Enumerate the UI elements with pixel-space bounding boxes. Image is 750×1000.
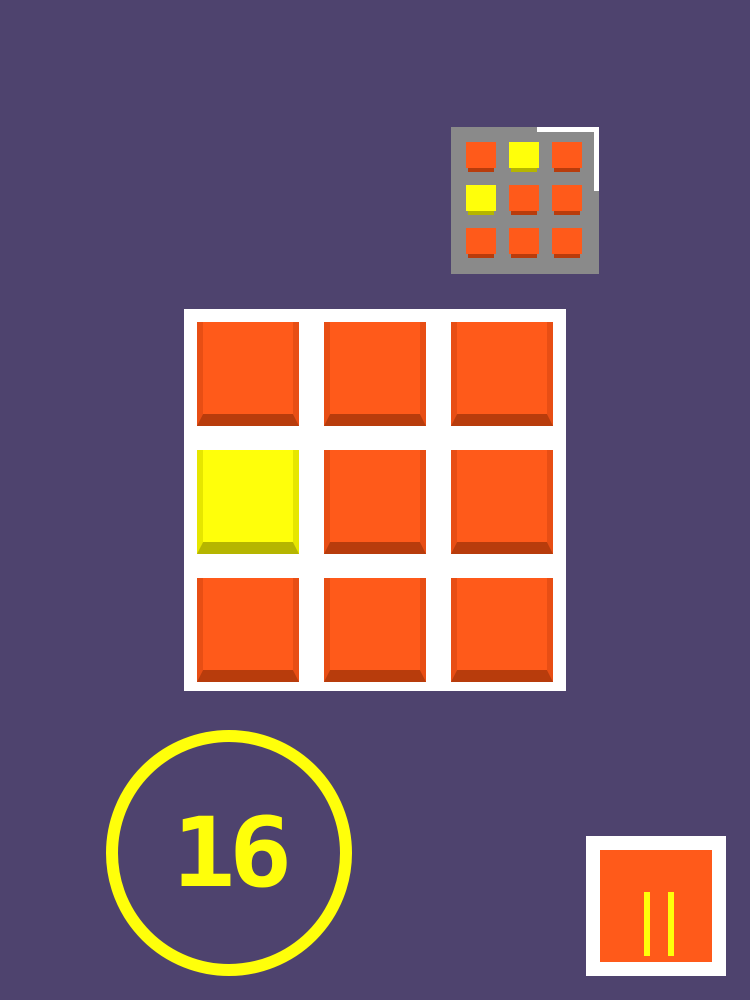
game-board (184, 309, 566, 691)
pause-button[interactable] (586, 836, 726, 976)
board-tile-orange[interactable] (197, 322, 299, 426)
target-tile-orange (466, 228, 496, 258)
board-tile-orange[interactable] (451, 450, 553, 554)
moves-counter: 16 (106, 730, 352, 976)
target-tile-orange (509, 228, 539, 258)
target-tile-orange (552, 228, 582, 258)
board-tile-orange[interactable] (451, 578, 553, 682)
game-screen: 16 (0, 0, 750, 1000)
target-tile-yellow (509, 142, 539, 172)
pause-icon (644, 892, 650, 956)
board-tile-orange[interactable] (324, 450, 426, 554)
moves-counter-value: 16 (172, 797, 293, 909)
target-tile-orange (552, 142, 582, 172)
target-tile-orange (466, 142, 496, 172)
board-tile-orange[interactable] (324, 578, 426, 682)
target-pattern-grid (466, 142, 582, 258)
board-grid (197, 322, 553, 682)
board-tile-orange[interactable] (324, 322, 426, 426)
board-tile-orange[interactable] (451, 322, 553, 426)
pause-icon (668, 892, 674, 956)
board-tile-orange[interactable] (197, 578, 299, 682)
target-tile-yellow (466, 185, 496, 215)
target-tile-orange (552, 185, 582, 215)
board-tile-yellow[interactable] (197, 450, 299, 554)
target-tile-orange (509, 185, 539, 215)
